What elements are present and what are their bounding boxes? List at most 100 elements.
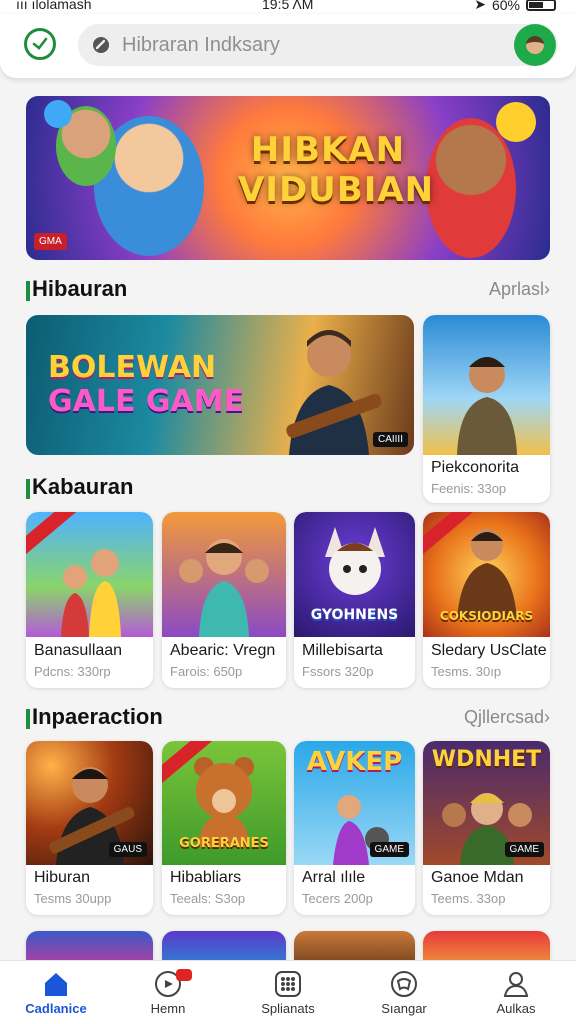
game-name: Hibabliars <box>170 869 242 886</box>
game-thumb: GAUS <box>26 741 153 865</box>
home-icon <box>45 973 67 996</box>
game-name: Sledary UsClate <box>431 642 547 659</box>
game-card[interactable]: COKSIODIARS Sledary UsClate Tesms. 30ıp <box>423 512 550 688</box>
game-sub: Teems. 33op <box>431 891 506 906</box>
location-icon: ➤ <box>474 0 486 12</box>
section-kabauran-header: Kabauran <box>26 474 406 504</box>
game-card[interactable]: Abearic: Vregn Farois: 650p <box>162 512 286 688</box>
banner-title-line1: HIBKAN <box>250 130 406 170</box>
game-badge: GAUS <box>108 842 147 857</box>
game-thumb-label: WDNHET <box>431 747 542 772</box>
section-inpaeraction-header: Inpaeraction Qjllercsad› <box>26 704 550 734</box>
app-header <box>0 14 576 78</box>
banner-kid-right <box>426 118 516 258</box>
side-game-card[interactable]: Piekconorita Feenis: 33op <box>423 315 550 503</box>
game-character <box>179 539 269 637</box>
game-card[interactable]: GAUS Hiburan Tesms 30upp <box>26 741 153 915</box>
featured-badge: CAIIII <box>372 432 408 447</box>
bottom-nav: Cadlanice Hemn Splianats Sıangar Aulkas <box>0 960 576 1024</box>
see-all-link[interactable]: Aprlasl› <box>489 279 550 300</box>
section-title: Kabauran <box>32 474 134 499</box>
game-name: Arral ılıle <box>302 869 366 886</box>
game-character <box>60 549 121 637</box>
game-card[interactable]: GORERANES Hibabliars Teeals: S3op <box>162 741 286 915</box>
battery-icon <box>526 0 556 11</box>
game-name: Ganoe Mdan <box>431 869 524 886</box>
game-thumb-label: COKSIODIARS <box>439 609 534 623</box>
status-time: 19:5 ΛΜ <box>262 0 314 12</box>
nav-item-profile[interactable]: Aulkas <box>466 967 566 1023</box>
game-name: Millebisarta <box>302 642 383 659</box>
side-game-thumb <box>423 315 550 455</box>
game-thumb: GYOHNENS <box>294 512 415 637</box>
section-accent-bar <box>26 281 30 301</box>
game-thumb: AVKEP GAME <box>294 741 415 865</box>
signal-carrier: ııı ılolamash <box>16 0 92 12</box>
controller-icon <box>391 971 417 997</box>
game-thumb <box>162 512 286 637</box>
nav-label: Cadlanice <box>25 1001 87 1016</box>
search-bar[interactable] <box>78 24 558 66</box>
person-icon <box>503 972 529 997</box>
game-sub: Tesms 30upp <box>34 891 112 906</box>
featured-logo-line2: GALE GAME <box>48 384 245 419</box>
search-input[interactable] <box>122 30 502 60</box>
game-name: Abearic: Vregn <box>170 642 276 659</box>
banner-ball <box>44 100 72 128</box>
game-sub: Pdcns: 330rp <box>34 664 111 679</box>
game-thumb-label: GYOHNENS <box>310 607 399 623</box>
search-icon <box>93 37 109 53</box>
game-sub: Farois: 650p <box>170 664 243 679</box>
hero-banner[interactable]: HIBKAN VIDUBIAN GMA <box>26 96 550 260</box>
section-title: Hibauran <box>32 276 128 301</box>
nav-item-chat[interactable]: Hemn <box>118 967 218 1023</box>
game-character <box>324 527 385 595</box>
avatar-face-icon <box>526 36 544 54</box>
nav-item-apps[interactable]: Splianats <box>238 967 338 1023</box>
grid-icon <box>275 971 301 997</box>
game-sub: Fssors 320p <box>302 664 374 679</box>
nav-label: Hemn <box>150 1001 186 1016</box>
battery-percent: 60% <box>491 0 520 13</box>
singer-illustration <box>286 330 382 455</box>
game-card[interactable]: WDNHET GAME Ganoe Mdan Teems. 33op <box>423 741 550 915</box>
game-thumb <box>26 512 153 637</box>
featured-game-card[interactable]: BOLEWAN GALE GAME CAIIII <box>26 315 414 455</box>
featured-game-logo: BOLEWAN GALE GAME <box>48 351 244 419</box>
notification-badge <box>176 969 192 981</box>
banner-balloon <box>496 102 536 142</box>
status-right: ➤ 60% <box>474 0 556 13</box>
section-accent-bar <box>26 709 30 729</box>
app-screen: ııı ılolamash 19:5 ΛΜ ➤ 60% Hibraran Ind… <box>0 0 576 1024</box>
game-thumb: COKSIODIARS <box>423 512 550 637</box>
nav-item-games[interactable]: Sıangar <box>354 967 454 1023</box>
nav-label: Sıangar <box>381 1001 427 1016</box>
featured-logo-line1: BOLEWAN <box>48 350 217 385</box>
side-game-character <box>456 357 517 455</box>
game-card[interactable]: AVKEP GAME Arral ılıle Tecers 200p <box>294 741 415 915</box>
banner-title-line2: VIDUBIAN <box>238 170 435 210</box>
section-accent-bar <box>26 479 30 499</box>
nav-item-home[interactable]: Cadlanice <box>6 967 106 1023</box>
nav-label: Aulkas <box>496 1001 536 1016</box>
game-card[interactable]: Banasullaan Pdcns: 330rp <box>26 512 153 688</box>
avatar[interactable] <box>514 24 556 66</box>
side-game-name: Piekconorita <box>431 459 520 476</box>
section-title: Inpaeraction <box>32 704 163 729</box>
game-name: Hiburan <box>34 869 91 886</box>
game-card[interactable]: GYOHNENS Millebisarta Fssors 320p <box>294 512 415 688</box>
section-hibauran-header: Hibauran Aprlasl› <box>26 276 550 306</box>
game-sub: Tesms. 30ıp <box>431 664 502 679</box>
see-all-link[interactable]: Qjllercsad› <box>464 707 550 728</box>
game-thumb: WDNHET GAME <box>423 741 550 865</box>
app-logo-icon[interactable] <box>24 28 56 60</box>
game-character <box>194 757 254 847</box>
banner-tag: GMA <box>34 233 67 250</box>
banner-title: HIBKAN VIDUBIAN <box>238 130 435 210</box>
game-thumb: GORERANES <box>162 741 286 865</box>
game-badge: GAME <box>504 842 544 857</box>
game-sub: Teeals: S3op <box>170 891 246 906</box>
game-character <box>456 529 517 619</box>
side-game-sub: Feenis: 33op <box>431 481 507 496</box>
nav-label: Splianats <box>261 1001 315 1016</box>
